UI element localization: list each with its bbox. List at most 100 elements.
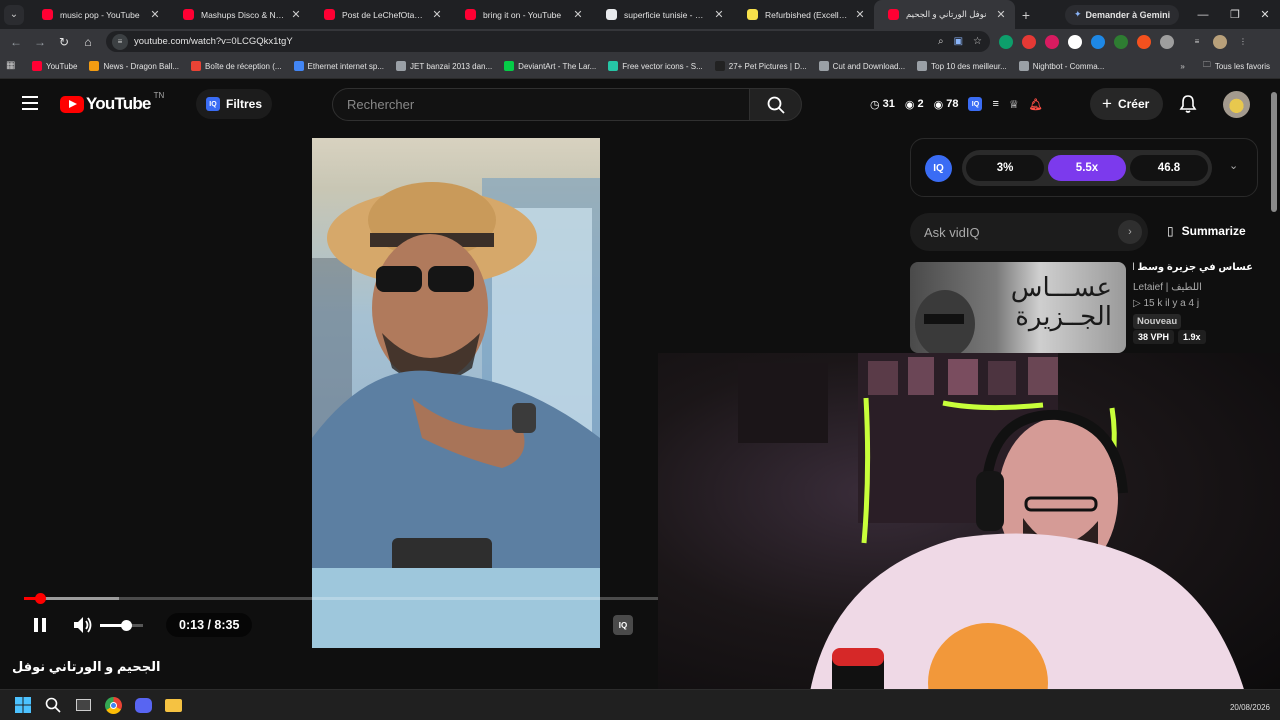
video-title: الجحيم و الورتاني نوفل	[12, 659, 161, 674]
bookmark-item[interactable]: Nightbot - Comma...	[1018, 61, 1104, 71]
close-tab-icon[interactable]: ✕	[854, 8, 866, 21]
bookmark-item[interactable]: Ethernet internet sp...	[293, 61, 384, 71]
close-tab-icon[interactable]: ✕	[713, 8, 725, 21]
extension-icon[interactable]	[1068, 34, 1082, 49]
bookmark-item[interactable]: Boîte de réception (...	[191, 61, 282, 71]
all-bookmarks-folder[interactable]: 🗀 Tous les favoris	[1203, 59, 1270, 73]
bookmark-item[interactable]: DeviantArt - The Lar...	[504, 61, 596, 71]
bookmark-item[interactable]: JET banzai 2013 dan...	[396, 61, 492, 71]
volume-slider[interactable]	[100, 620, 143, 631]
taskbar-search-icon[interactable]	[42, 694, 64, 716]
task-view-icon[interactable]	[72, 694, 94, 716]
create-label: Créer	[1117, 97, 1150, 111]
browser-tab[interactable]: music pop - YouTube ✕	[28, 0, 169, 29]
alert-icon[interactable]: 🔔︎	[1029, 98, 1043, 111]
search-button[interactable]	[749, 88, 802, 121]
vidiq-player-icon[interactable]: IQ	[613, 615, 633, 635]
browser-tab[interactable]: Mashups Disco & Nu Disco ✕	[169, 0, 310, 29]
youtube-logo[interactable]: YouTube TN	[60, 91, 164, 114]
time-display: 0:13 / 8:35	[166, 613, 253, 637]
profile-avatar[interactable]	[1213, 34, 1227, 49]
close-tab-icon[interactable]: ✕	[572, 8, 584, 21]
browser-tab[interactable]: superficie tunisie - Recherche ✕	[592, 0, 733, 29]
video-player[interactable]	[312, 138, 600, 648]
recommendation-thumbnail[interactable]: عســـاس الجــزيرة	[910, 262, 1126, 353]
close-tab-icon[interactable]: ✕	[290, 8, 302, 21]
zoom-icon[interactable]: ⌕	[938, 36, 944, 47]
minimize-button[interactable]: —	[1186, 0, 1220, 29]
create-button[interactable]: + Créer	[1090, 88, 1164, 120]
extensions-puzzle-icon[interactable]	[1160, 34, 1174, 49]
search-input[interactable]: Rechercher	[332, 88, 750, 121]
extension-icon[interactable]	[1022, 34, 1036, 49]
pause-button[interactable]	[31, 612, 49, 638]
discord-icon[interactable]	[132, 694, 154, 716]
bookmark-star-icon[interactable]: ☆	[973, 36, 982, 47]
extension-icon[interactable]	[999, 34, 1013, 49]
chrome-icon[interactable]	[102, 694, 124, 716]
metric-pill[interactable]: 3%	[966, 155, 1044, 181]
mute-button[interactable]	[72, 612, 94, 638]
summarize-button[interactable]: ▯ Summarize	[1167, 224, 1246, 238]
browser-tab[interactable]: Post de LeChefOtaku - YouTube ✕	[310, 0, 451, 29]
address-bar[interactable]: ≡ youtube.com/watch?v=0LCGQkx1tgY ⌕ ▣ ☆	[106, 31, 990, 52]
file-explorer-icon[interactable]	[162, 694, 184, 716]
close-window-button[interactable]: ✕	[1248, 0, 1280, 29]
close-tab-icon[interactable]: ✕	[149, 8, 161, 21]
chrome-menu-icon[interactable]: ⋮	[1236, 35, 1250, 49]
tab-search-button[interactable]: ⌄	[4, 4, 24, 25]
site-info-icon[interactable]: ≡	[112, 33, 128, 50]
browser-tab[interactable]: bring it on - YouTube ✕	[451, 0, 592, 29]
metric-pill-highlighted[interactable]: 5.5x	[1048, 155, 1126, 181]
metric-pill[interactable]: 46.8	[1130, 155, 1208, 181]
page-scrollbar[interactable]	[1271, 92, 1277, 212]
bookmark-item[interactable]: Top 10 des meilleur...	[917, 61, 1007, 71]
bookmark-item[interactable]: Free vector icons - S...	[608, 61, 703, 71]
notifications-bell-icon[interactable]	[1178, 94, 1198, 119]
forward-button[interactable]: →	[28, 35, 52, 49]
scrubber-handle[interactable]	[35, 593, 47, 604]
bookmark-item[interactable]: Cut and Download...	[818, 61, 905, 71]
extension-icon[interactable]	[1137, 34, 1151, 49]
filtres-label: Filtres	[226, 97, 263, 111]
extension-icon[interactable]	[1091, 34, 1105, 49]
list-icon[interactable]: ≡	[992, 98, 998, 110]
tab-title: bring it on - YouTube	[483, 9, 562, 20]
reload-button[interactable]: ↻	[52, 35, 76, 49]
video-progress-bar[interactable]	[24, 593, 658, 604]
maximize-button[interactable]: ❐	[1218, 0, 1252, 29]
recommendation-channel[interactable]: Letaief | اللطيف	[1133, 282, 1202, 293]
apps-grid-icon[interactable]: ▦	[6, 60, 18, 72]
volume-handle[interactable]	[120, 620, 132, 631]
tab-title: Mashups Disco & Nu Disco	[201, 9, 286, 20]
ask-vidiq-input[interactable]: Ask vidIQ ›	[910, 213, 1148, 251]
new-tab-button[interactable]: +	[1015, 7, 1037, 23]
gemini-button[interactable]: ✦ Demander à Gemini	[1065, 4, 1180, 25]
home-button[interactable]: ⌂	[76, 35, 100, 49]
install-icon[interactable]: ▣	[954, 36, 963, 47]
account-avatar[interactable]	[1223, 91, 1250, 118]
clock-icon: ◷	[870, 98, 880, 111]
extension-icon[interactable]	[1114, 34, 1128, 49]
browser-tab[interactable]: نوفل الورتاني و الجحيم ✕	[874, 0, 1015, 29]
recommendation-title[interactable]: عساس في جزيرة وسط البحر...	[1133, 262, 1253, 273]
back-button[interactable]: ←	[4, 35, 28, 49]
chevron-down-icon[interactable]: ⌄	[1229, 159, 1238, 172]
more-bookmarks-icon[interactable]: »	[1180, 62, 1184, 71]
bookmark-item[interactable]: YouTube	[32, 61, 77, 71]
windows-start-icon[interactable]	[12, 694, 34, 716]
views-stat: ◉ 2	[904, 98, 924, 111]
reading-list-icon[interactable]: ≡	[1190, 35, 1204, 49]
url-text: youtube.com/watch?v=0LCGQkx1tgY	[134, 36, 293, 47]
bookmark-item[interactable]: News - Dragon Ball...	[89, 61, 179, 71]
close-tab-icon[interactable]: ✕	[431, 8, 443, 21]
browser-tab[interactable]: Refurbished (Excellent) - G ✕	[733, 0, 874, 29]
filtres-button[interactable]: IQ Filtres	[196, 89, 273, 119]
close-tab-icon[interactable]: ✕	[995, 8, 1007, 21]
vidiq-icon[interactable]: IQ	[968, 97, 983, 111]
bookmark-item[interactable]: 27+ Pet Pictures | D...	[714, 61, 807, 71]
menu-icon[interactable]	[22, 96, 38, 110]
extension-icon[interactable]	[1045, 34, 1059, 49]
trophy-icon[interactable]: ♕	[1009, 98, 1019, 111]
chevron-right-icon[interactable]: ›	[1118, 220, 1142, 244]
